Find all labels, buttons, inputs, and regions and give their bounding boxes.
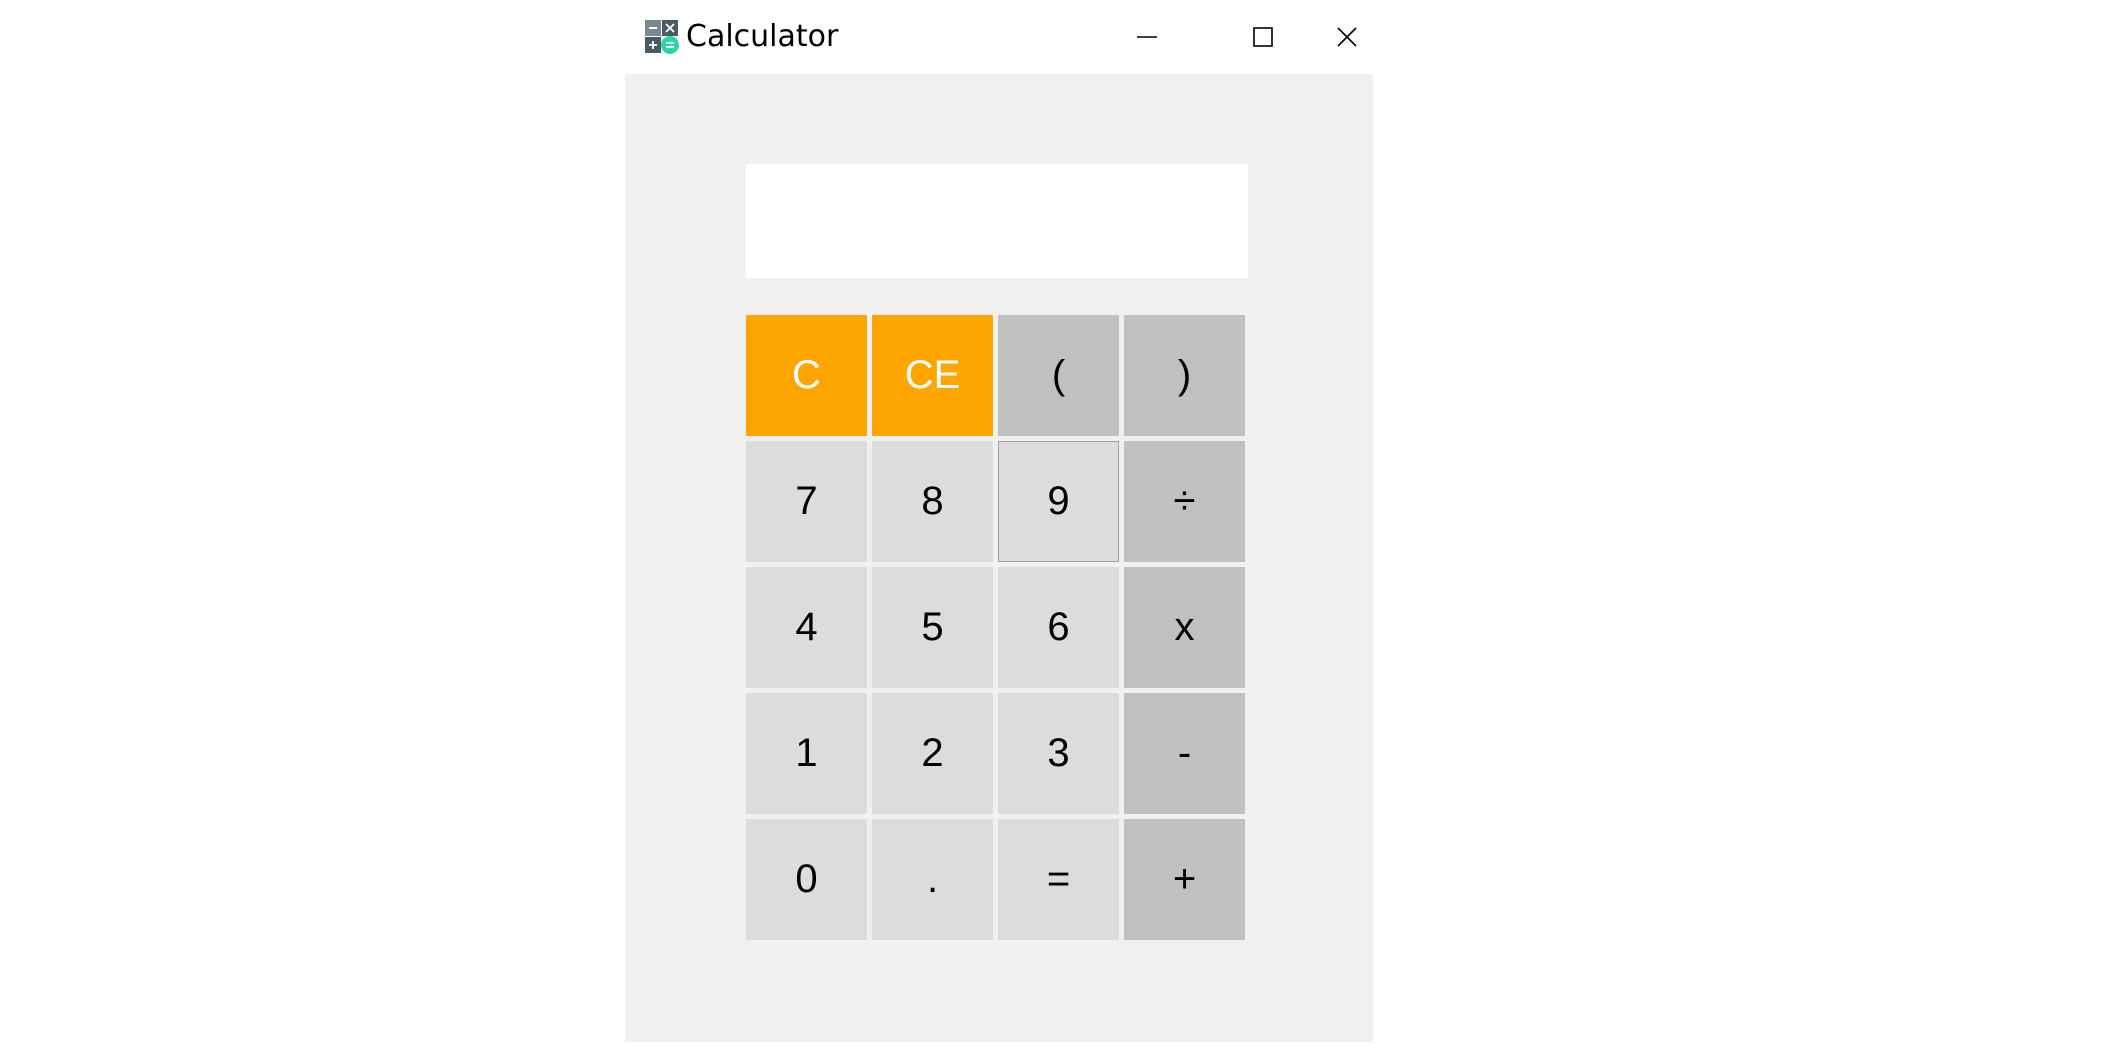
digit-9-button[interactable]: 9 [998,441,1119,562]
result-display[interactable] [746,164,1248,278]
digit-1-button[interactable]: 1 [746,693,867,814]
clear-button[interactable]: C [746,315,867,436]
maximize-icon [1252,26,1274,48]
subtract-button[interactable]: - [1124,693,1245,814]
digit-6-button[interactable]: 6 [998,567,1119,688]
digit-2-button[interactable]: 2 [872,693,993,814]
calculator-app-icon [645,20,679,54]
equals-button[interactable]: = [998,819,1119,940]
multiply-button[interactable]: x [1124,567,1245,688]
clear-entry-button[interactable]: CE [872,315,993,436]
calculator-window: Calculator C CE() 7 8 9 ÷ 4 5 6 x 1 2 3 … [625,0,1373,1042]
decimal-point-button[interactable]: . [872,819,993,940]
calculator-body: C CE() 7 8 9 ÷ 4 5 6 x 1 2 3- 0. = + [625,74,1373,1042]
maximize-button[interactable] [1205,0,1321,74]
keypad: C CE() 7 8 9 ÷ 4 5 6 x 1 2 3- 0. = + [746,315,1248,941]
digit-5-button[interactable]: 5 [872,567,993,688]
minimize-button[interactable] [1089,0,1205,74]
digit-3-button[interactable]: 3 [998,693,1119,814]
window-title: Calculator [686,19,839,54]
digit-4-button[interactable]: 4 [746,567,867,688]
close-paren-button[interactable]: ) [1124,315,1245,436]
minimize-icon [1136,26,1158,48]
close-icon [1336,26,1358,48]
divide-button[interactable]: ÷ [1124,441,1245,562]
digit-8-button[interactable]: 8 [872,441,993,562]
add-button[interactable]: + [1124,819,1245,940]
digit-0-button[interactable]: 0 [746,819,867,940]
title-bar[interactable]: Calculator [625,0,1373,74]
close-button[interactable] [1321,0,1373,74]
digit-7-button[interactable]: 7 [746,441,867,562]
open-paren-button[interactable]: ( [998,315,1119,436]
